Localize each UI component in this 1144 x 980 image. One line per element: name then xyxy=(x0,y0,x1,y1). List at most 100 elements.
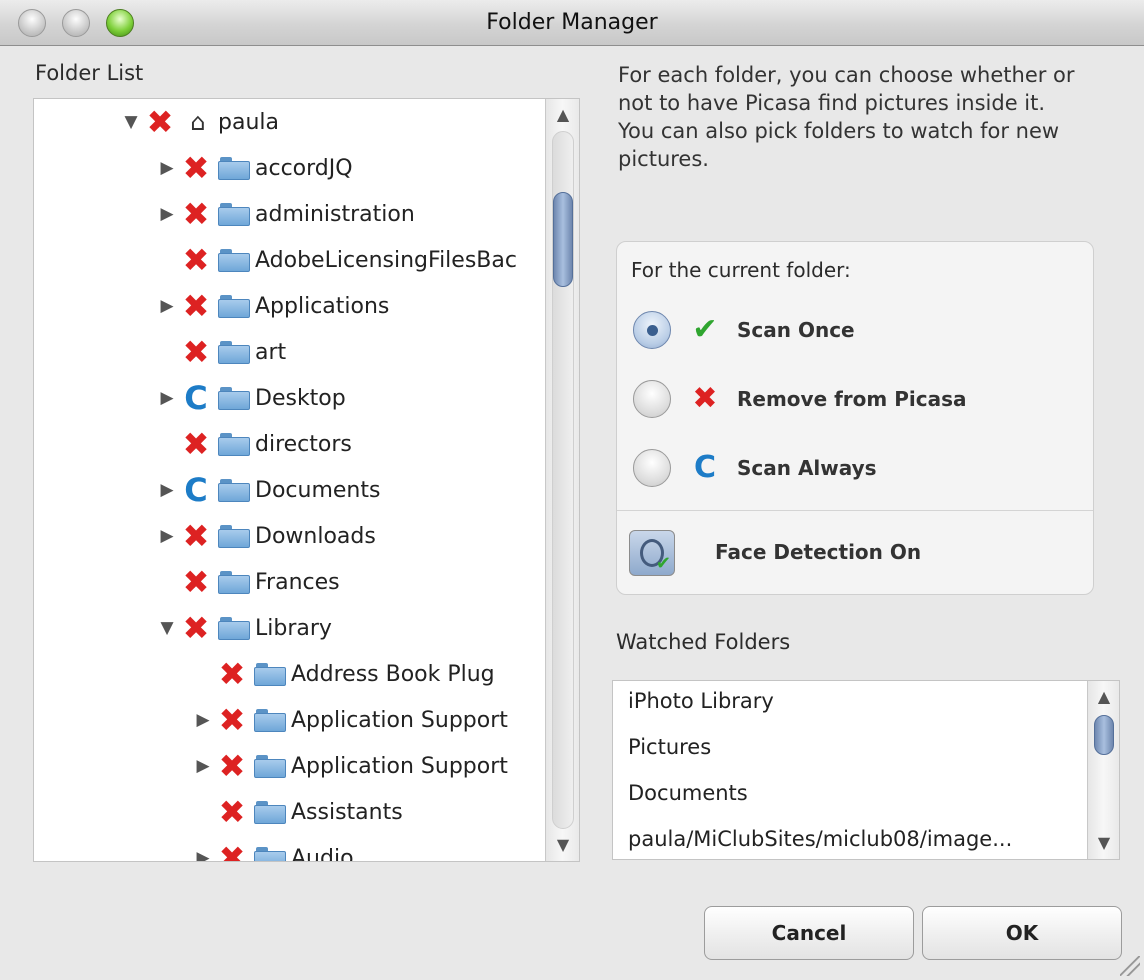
option-remove-from-picasa[interactable]: ✖ Remove from Picasa xyxy=(633,376,966,422)
tree-row[interactable]: ▼ ✖ Library xyxy=(156,605,332,651)
remove-x-icon[interactable]: ✖ xyxy=(178,152,214,184)
scan-always-label: Scan Always xyxy=(737,456,877,480)
remove-x-icon[interactable]: ✖ xyxy=(214,704,250,736)
scroll-down-arrow-icon[interactable]: ▼ xyxy=(546,829,579,861)
folder-name: paula xyxy=(218,109,279,135)
window-title: Folder Manager xyxy=(486,10,658,35)
disclosure-collapsed-icon[interactable]: ▶ xyxy=(156,388,178,408)
folder-tree[interactable]: ▼✖⌂paula▶✖accordJQ▶✖administration▶✖Adob… xyxy=(33,98,580,862)
folder-name: Assistants xyxy=(291,799,403,825)
tree-row[interactable]: ▶ ✖ Downloads xyxy=(156,513,376,559)
instructions-text: For each folder, you can choose whether … xyxy=(618,63,1075,171)
title-bar: Folder Manager xyxy=(0,0,1144,46)
folder-name: Applications xyxy=(255,293,390,319)
folder-icon xyxy=(218,570,250,594)
folder-name: Downloads xyxy=(255,523,376,549)
tree-row[interactable]: ▶ ✖ Application Support xyxy=(192,743,507,789)
scrollbar-thumb[interactable] xyxy=(1094,715,1114,755)
option-scan-always[interactable]: C Scan Always xyxy=(633,445,877,491)
scrollbar-thumb[interactable] xyxy=(553,192,573,287)
tree-row[interactable]: ▼ ✖ ⌂ paula xyxy=(120,99,279,145)
folder-icon xyxy=(254,662,286,686)
disclosure-expanded-icon[interactable]: ▼ xyxy=(156,618,178,638)
tree-row[interactable]: ▶ C Documents xyxy=(156,467,380,513)
disclosure-collapsed-icon[interactable]: ▶ xyxy=(156,158,178,178)
ok-button[interactable]: OK xyxy=(922,906,1122,960)
scan-always-radio[interactable] xyxy=(633,449,671,487)
list-item[interactable]: paula/MiClubSites/miclub08/image... xyxy=(628,827,1012,851)
tree-row[interactable]: ▶✖Assistants xyxy=(192,789,403,835)
watched-folders-label: Watched Folders xyxy=(616,630,791,654)
face-detection-label: Face Detection On xyxy=(715,540,922,564)
disclosure-collapsed-icon[interactable]: ▶ xyxy=(156,526,178,546)
scan-once-radio[interactable] xyxy=(633,311,671,349)
folder-name: administration xyxy=(255,201,415,227)
remove-from-picasa-radio[interactable] xyxy=(633,380,671,418)
disclosure-expanded-icon[interactable]: ▼ xyxy=(120,112,142,132)
folder-name: Audio xyxy=(291,845,354,862)
documents-folder-icon xyxy=(218,478,250,502)
scroll-up-arrow-icon[interactable]: ▲ xyxy=(546,99,579,131)
disclosure-collapsed-icon[interactable]: ▶ xyxy=(156,296,178,316)
folder-tree-scrollbar[interactable]: ▲ ▼ xyxy=(545,99,579,861)
list-item[interactable]: Documents xyxy=(628,781,748,805)
cancel-button[interactable]: Cancel xyxy=(704,906,914,960)
folder-icon xyxy=(254,754,286,778)
option-scan-once[interactable]: ✔ Scan Once xyxy=(633,307,855,353)
scroll-down-arrow-icon[interactable]: ▼ xyxy=(1088,827,1119,859)
desktop-folder-icon xyxy=(218,386,250,410)
folder-name: AdobeLicensingFilesBac xyxy=(255,247,517,273)
remove-x-icon[interactable]: ✖ xyxy=(214,750,250,782)
watched-folders-scrollbar[interactable]: ▲ ▼ xyxy=(1087,681,1119,859)
folder-name: art xyxy=(255,339,287,365)
refresh-icon: C xyxy=(693,450,717,485)
home-icon: ⌂ xyxy=(190,108,206,136)
list-item[interactable]: Pictures xyxy=(628,735,711,759)
folder-name: Library xyxy=(255,615,332,641)
disclosure-collapsed-icon[interactable]: ▶ xyxy=(192,848,214,861)
remove-x-icon[interactable]: ✖ xyxy=(214,842,250,861)
folder-icon xyxy=(218,248,250,272)
panel-divider xyxy=(617,510,1093,511)
tree-row[interactable]: ▶✖directors xyxy=(156,421,352,467)
remove-x-icon[interactable]: ✖ xyxy=(178,428,214,460)
remove-x-icon[interactable]: ✖ xyxy=(178,612,214,644)
folder-list-label: Folder List xyxy=(35,61,144,85)
resize-grip-icon[interactable] xyxy=(1120,956,1140,976)
tree-row[interactable]: ▶ ✖ administration xyxy=(156,191,415,237)
tree-row[interactable]: ▶ ✖ Audio xyxy=(192,835,354,862)
tree-row[interactable]: ▶ C Desktop xyxy=(156,375,346,421)
tree-row[interactable]: ▶✖Frances xyxy=(156,559,340,605)
disclosure-collapsed-icon[interactable]: ▶ xyxy=(156,204,178,224)
checkmark-icon: ✔ xyxy=(692,312,718,347)
face-detection-toggle[interactable]: ✔ xyxy=(629,530,675,576)
folder-name: Desktop xyxy=(255,385,346,411)
current-folder-panel: For the current folder: ✔ Scan Once ✖ Re… xyxy=(616,241,1094,595)
watched-folders-list[interactable]: iPhoto Library Pictures Documents paula/… xyxy=(612,680,1120,860)
disclosure-collapsed-icon[interactable]: ▶ xyxy=(192,710,214,730)
list-item[interactable]: iPhoto Library xyxy=(628,689,774,713)
tree-row[interactable]: ▶✖art xyxy=(156,329,287,375)
remove-x-icon[interactable]: ✖ xyxy=(178,244,214,276)
folder-name: Address Book Plug xyxy=(291,661,495,687)
remove-x-icon[interactable]: ✖ xyxy=(142,106,178,138)
remove-x-icon[interactable]: ✖ xyxy=(178,290,214,322)
remove-x-icon[interactable]: ✖ xyxy=(178,566,214,598)
remove-x-icon[interactable]: ✖ xyxy=(214,796,250,828)
folder-name: Application Support xyxy=(291,707,508,733)
scroll-up-arrow-icon[interactable]: ▲ xyxy=(1088,681,1119,713)
tree-row[interactable]: ▶ ✖ Applications xyxy=(156,283,389,329)
remove-x-icon[interactable]: ✖ xyxy=(178,520,214,552)
disclosure-collapsed-icon[interactable]: ▶ xyxy=(192,756,214,776)
remove-x-icon[interactable]: ✖ xyxy=(178,198,214,230)
scan-always-icon[interactable]: C xyxy=(178,382,214,414)
scan-always-icon[interactable]: C xyxy=(178,474,214,506)
folder-icon xyxy=(218,432,250,456)
tree-row[interactable]: ▶✖Address Book Plug xyxy=(192,651,495,697)
tree-row[interactable]: ▶ ✖ Application Support xyxy=(192,697,508,743)
tree-row[interactable]: ▶✖AdobeLicensingFilesBac xyxy=(156,237,517,283)
tree-row[interactable]: ▶ ✖ accordJQ xyxy=(156,145,352,191)
remove-x-icon[interactable]: ✖ xyxy=(178,336,214,368)
disclosure-collapsed-icon[interactable]: ▶ xyxy=(156,480,178,500)
remove-x-icon[interactable]: ✖ xyxy=(214,658,250,690)
